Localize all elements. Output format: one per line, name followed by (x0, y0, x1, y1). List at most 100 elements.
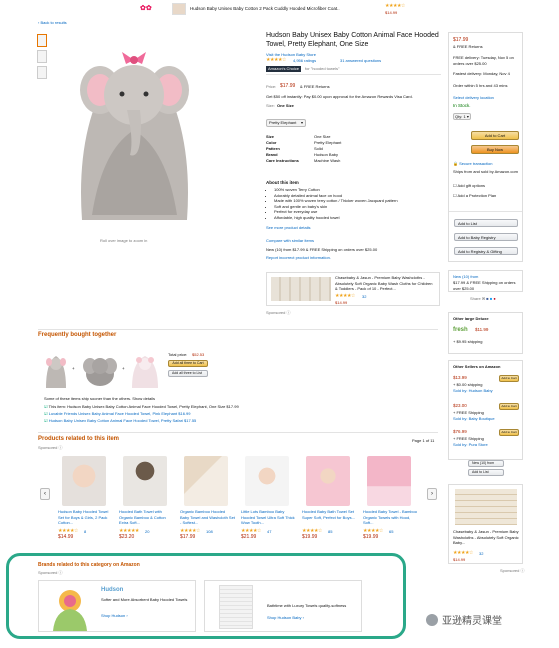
rating-stars[interactable]: ★★★★☆ (266, 57, 286, 63)
related-item-5-title: Hooded Baby Bath Towel Set Super Soft, P… (302, 509, 355, 520)
thumbnail-3[interactable] (37, 66, 47, 79)
seller-ship-2: + FREE Shipping (453, 410, 484, 415)
amazons-choice-badge: Amazon's Choice (266, 66, 301, 72)
ratings-count[interactable]: 4,956 ratings (293, 58, 316, 64)
other-sellers-heading: Other Sellers on Amazon (453, 364, 501, 369)
answered-questions[interactable]: 31 answered questions (340, 58, 381, 64)
related-item-2-image (123, 456, 167, 506)
related-item-2-count: 20 (145, 529, 150, 534)
promo-heading: Other large Deluxe (453, 316, 489, 321)
new-used-line[interactable]: New (10) from $17.99 & FREE Shipping on … (266, 247, 441, 253)
seller-price-2: $23.00 (453, 403, 467, 408)
price-label: Price: (266, 84, 277, 89)
qty-value: 1 (463, 114, 466, 119)
fbt-item-3-image[interactable] (130, 350, 160, 390)
twitter-icon[interactable]: ■ (490, 296, 492, 301)
fbt-item-3[interactable]: ☑ Hudson Baby Unisex Baby Cotton Animal … (44, 418, 196, 424)
watermark: 亚逊精灵课堂 (426, 612, 502, 627)
fbt-plus-2: + (122, 366, 125, 371)
related-item-3-image (184, 456, 228, 506)
related-item-1-title: Hudson Baby Hooded Towel Set for Boys & … (58, 509, 109, 525)
seller-name-3[interactable]: Sold by: Pura Store (453, 442, 488, 448)
buybox-deliver-to[interactable]: Select delivery location (453, 95, 521, 101)
related-item-3-count: 108 (206, 529, 213, 534)
protection-plan[interactable]: ☐ Add a Protection Plan (453, 193, 496, 199)
related-heading: Products related to this item (38, 436, 120, 442)
add-to-wedding-registry-button[interactable]: Add to Registry & Gifting (454, 247, 518, 255)
size-value: One Size (277, 103, 294, 108)
related-item-5-count: 85 (328, 529, 333, 534)
side-sponsored-ad[interactable]: Chasebaby & Jasun - Premium Baby Washclo… (448, 484, 523, 564)
add-to-baby-registry-button[interactable]: Add to Baby Registry (454, 233, 518, 241)
brand-card-2-link[interactable]: Shop Hudson Baby › (267, 615, 304, 621)
fbt-add-all-list[interactable]: Add all three to List (168, 370, 208, 377)
top-ad-bar[interactable]: ✿✿ Hudson Baby Unisex Baby Cotton 2 Pack… (140, 2, 410, 16)
report-incorrect[interactable]: Report incorrect product information. (266, 255, 331, 261)
thumbnail-1[interactable] (37, 34, 47, 47)
brand-card-1-logo: Hudson (101, 587, 124, 593)
checkbox-icon[interactable]: ☑ (44, 404, 48, 409)
fbt-add-all-cart[interactable]: Add all three to Cart (168, 360, 208, 367)
brand-card-2[interactable]: Bathtime with Luxury Towels quality-soft… (204, 580, 362, 632)
badge-for: for "hooded towels" (305, 66, 340, 71)
side-ad-title[interactable]: Chasebaby & Jasun - Premium Baby Washclo… (453, 529, 521, 546)
chevron-down-icon: ▾ (300, 120, 303, 125)
related-item-5-image (306, 456, 350, 506)
carousel-next-button[interactable]: › (427, 488, 437, 500)
style-select-value: Pretty Elephant (269, 120, 297, 125)
offer-line[interactable]: Get $50 off instantly: Pay $0.00 upon ap… (266, 94, 441, 100)
gift-options[interactable]: ☐ Add gift options (453, 183, 485, 189)
qty-select[interactable]: Qty: 1 ▾ (453, 113, 471, 120)
seller-name-2[interactable]: Sold by: Baby Boutique (453, 416, 495, 422)
buy-now-button[interactable]: Buy Now (471, 145, 519, 154)
ad-title[interactable]: Chasebaby & Jasun - Premium Baby Washclo… (335, 275, 435, 292)
product-title: Hudson Baby Unisex Baby Cotton Animal Fa… (266, 32, 439, 48)
spec-table: Size One Size Color Pretty Elephant Patter… (266, 134, 342, 163)
seller-add-cart-3[interactable]: Add to Cart (499, 429, 519, 436)
related-item-4-count: 47 (267, 529, 272, 534)
fbt-item-2[interactable]: ☑ Luvable Friends Unisex Baby Animal Fac… (44, 411, 191, 417)
style-select[interactable]: Pretty Elephant ▾ (266, 119, 306, 127)
add-to-cart-button[interactable]: Add to Cart (471, 131, 519, 140)
share-row[interactable]: Share ✉ ■ ■ ● (470, 296, 496, 302)
fbt-item-2-image[interactable] (82, 352, 118, 388)
fbt-item-1[interactable]: ☑ This item: Hudson Baby Unisex Baby Cot… (44, 404, 239, 410)
new-used-line2: $17.99 & FREE Shipping on orders over $2… (453, 280, 516, 291)
facebook-icon[interactable]: ■ (486, 296, 488, 301)
email-icon[interactable]: ✉ (482, 296, 485, 301)
top-ad-stars: ★★★★☆ (385, 3, 405, 9)
see-more-details[interactable]: See more product details (266, 225, 310, 231)
product-image[interactable] (72, 30, 197, 230)
promo-box[interactable]: Other large Deluxe fresh $11.99 + $9.95 … (448, 312, 523, 354)
compare-similar[interactable]: Compare with similar items (266, 238, 314, 244)
related-item-6-count: 65 (389, 529, 394, 534)
brand-card-1-link[interactable]: Shop Hudson › (101, 613, 128, 619)
checkbox-icon[interactable]: ☑ (44, 411, 48, 416)
seller-add-cart-2[interactable]: Add to Cart (499, 403, 519, 410)
secure-transaction[interactable]: 🔒 Secure transaction (453, 161, 492, 167)
top-ad-title[interactable]: Hudson Baby Unisex Baby Cotton 2 Pack Cu… (190, 6, 340, 12)
pinterest-icon[interactable]: ● (493, 296, 495, 301)
new-from-button[interactable]: New (10) from (468, 460, 504, 467)
add-to-list-side-button[interactable]: Add to List (468, 469, 504, 476)
inline-sponsored-ad[interactable]: Chasebaby & Jasun - Premium Baby Washclo… (266, 272, 440, 306)
add-to-list-button[interactable]: Add to List (454, 219, 518, 227)
buybox-order-within: Order within 5 hrs and 43 mins (453, 83, 508, 88)
new-used-box[interactable]: New (10) from $17.99 & FREE Shipping on … (448, 270, 523, 292)
fbt-item-1-image[interactable] (44, 350, 68, 390)
carousel-prev-button[interactable]: ‹ (40, 488, 50, 500)
breadcrumb[interactable]: ‹ Back to results (38, 20, 67, 26)
checkbox-icon[interactable]: ☑ (44, 418, 48, 423)
seller-name-1[interactable]: Sold by: Hudson Baby (453, 388, 493, 394)
fbt-note: Some of these items ship sooner than the… (44, 396, 155, 401)
thumbnail-2[interactable] (37, 50, 47, 63)
brand-card-1[interactable]: Hudson Softer and More Absorbent Baby Ho… (38, 580, 196, 632)
seller-add-cart-1[interactable]: Add to Cart (499, 375, 519, 382)
related-item-2-price: $23.20 (119, 534, 135, 540)
brand-card-2-image (219, 585, 253, 629)
side-ad-sponsored: Sponsored ⓘ (500, 568, 525, 573)
product-price: $17.99 (280, 83, 296, 89)
zoom-hint: Roll over image to zoom in (100, 238, 148, 243)
share-label: Share (470, 296, 481, 301)
buybox-free-returns: & FREE Returns (453, 44, 483, 49)
